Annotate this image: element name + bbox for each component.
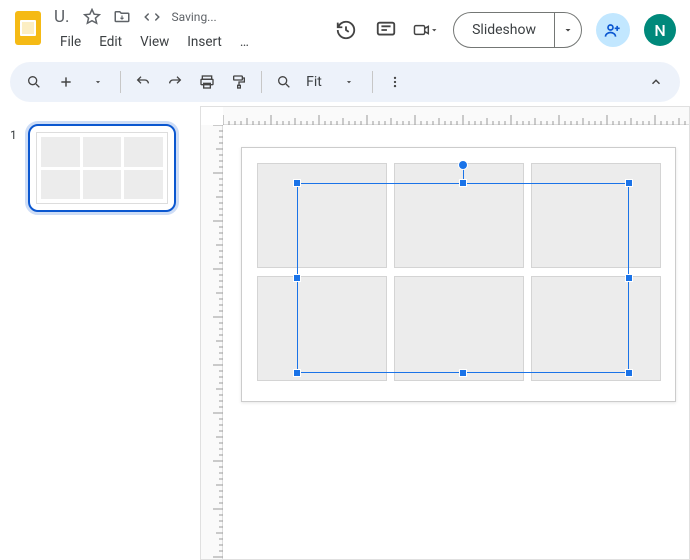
zoom-label: Fit	[306, 74, 322, 90]
new-slide-dropdown[interactable]	[84, 68, 112, 96]
new-slide-button[interactable]	[52, 68, 80, 96]
account-avatar[interactable]: N	[644, 14, 676, 46]
move-to-folder-icon[interactable]	[112, 7, 132, 27]
slideshow-button-group: Slideshow	[453, 12, 582, 48]
star-icon[interactable]	[82, 7, 102, 27]
table-cell[interactable]	[531, 163, 661, 268]
slide-thumbnail-1[interactable]	[28, 124, 176, 212]
search-menus-icon[interactable]	[20, 68, 48, 96]
menu-insert[interactable]: Insert	[179, 30, 230, 54]
table-cell[interactable]	[394, 163, 524, 268]
undo-icon[interactable]	[129, 68, 157, 96]
history-icon[interactable]	[333, 17, 359, 43]
redo-icon[interactable]	[161, 68, 189, 96]
more-tools-icon[interactable]	[381, 68, 409, 96]
zoom-icon[interactable]	[270, 68, 298, 96]
toolbar: Fit	[10, 62, 680, 102]
table-cell[interactable]	[257, 163, 387, 268]
menu-file[interactable]: File	[52, 30, 89, 54]
menu-more[interactable]: …	[232, 30, 257, 54]
meet-icon[interactable]	[413, 17, 439, 43]
menu-view[interactable]: View	[132, 30, 177, 54]
horizontal-ruler	[223, 107, 689, 125]
slideshow-dropdown[interactable]	[555, 13, 581, 47]
table-cell[interactable]	[531, 276, 661, 381]
table-cell[interactable]	[257, 276, 387, 381]
print-icon[interactable]	[193, 68, 221, 96]
zoom-level[interactable]: Fit	[302, 68, 330, 96]
slide-canvas[interactable]	[241, 147, 676, 402]
menu-edit[interactable]: Edit	[91, 30, 130, 54]
slide-number: 1	[10, 124, 20, 542]
slide-panel: 1	[0, 106, 200, 560]
separator	[120, 71, 121, 93]
doc-title[interactable]: U.	[52, 7, 72, 27]
separator	[261, 71, 262, 93]
canvas-area[interactable]	[200, 106, 690, 560]
table-cell[interactable]	[394, 276, 524, 381]
share-button[interactable]	[596, 13, 630, 47]
slides-logo[interactable]	[10, 8, 46, 48]
menu-bar: File Edit View Insert …	[52, 30, 333, 54]
separator	[372, 71, 373, 93]
zoom-dropdown[interactable]	[334, 68, 364, 96]
slideshow-button[interactable]: Slideshow	[454, 13, 555, 47]
vertical-ruler	[201, 125, 223, 559]
cloud-status-icon[interactable]	[142, 7, 162, 27]
slideshow-label: Slideshow	[472, 22, 536, 38]
comment-icon[interactable]	[373, 17, 399, 43]
avatar-initial: N	[654, 21, 665, 40]
saving-status: Saving...	[172, 10, 217, 24]
paint-format-icon[interactable]	[225, 68, 253, 96]
collapse-toolbar-icon[interactable]	[642, 68, 670, 96]
